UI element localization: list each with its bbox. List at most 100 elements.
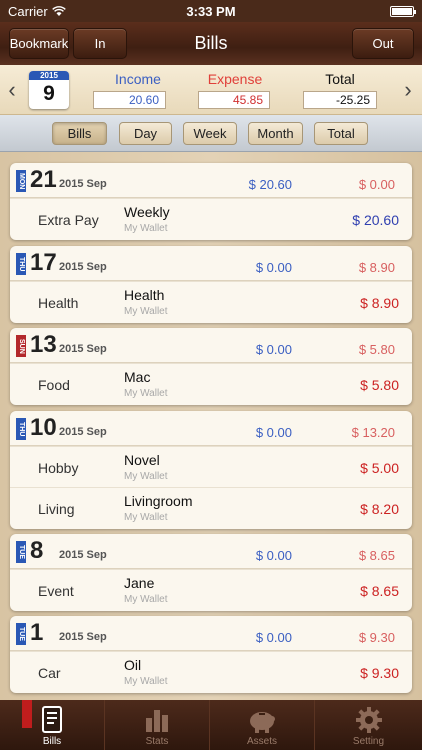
bill-name: Novel (124, 452, 160, 468)
day-header[interactable]: THU 10 2015 Sep $ 0.00 $ 13.20 (10, 411, 412, 446)
day-income: $ 0.00 (255, 630, 292, 645)
status-left: Carrier (8, 4, 66, 19)
bill-category: Hobby (38, 460, 79, 476)
next-arrow-icon[interactable]: › (398, 77, 418, 103)
bill-category: Health (38, 295, 79, 311)
bill-row[interactable]: Car Oil My Wallet $ 9.30 (10, 651, 412, 692)
day-income: $ 0.00 (255, 548, 292, 563)
tab-stats[interactable]: Stats (105, 700, 210, 750)
income-value: 20.60 (93, 91, 166, 109)
bill-wallet: My Wallet (124, 388, 168, 399)
tab-setting[interactable]: Setting (315, 700, 422, 750)
weekday-badge: MON (16, 170, 26, 192)
calendar-day: 9 (43, 82, 55, 105)
bills-list[interactable]: MON 21 2015 Sep $ 20.60 $ 0.00 Extra Pay… (0, 152, 422, 700)
day-header[interactable]: THU 17 2015 Sep $ 0.00 $ 8.90 (10, 246, 412, 281)
day-group: THU 10 2015 Sep $ 0.00 $ 13.20 Hobby Nov… (10, 411, 412, 529)
bill-amount: $ 20.60 (352, 212, 399, 228)
tab-label: Stats (145, 736, 169, 747)
day-group: TUE 1 2015 Sep $ 0.00 $ 9.30 Car Oil My … (10, 616, 412, 693)
bookmark-button[interactable]: Bookmark (9, 28, 69, 59)
summary-bar: ‹ 2015 9 Income 20.60 Expense 45.85 Tota… (0, 65, 422, 115)
in-button[interactable]: In (73, 28, 127, 59)
bill-wallet: My Wallet (124, 594, 168, 605)
weekday-badge: THU (16, 253, 26, 275)
bill-wallet: My Wallet (124, 306, 168, 317)
bill-amount: $ 5.80 (360, 377, 399, 393)
battery-icon (390, 5, 416, 17)
tab-assets[interactable]: Assets (210, 700, 315, 750)
bill-name: Oil (124, 657, 142, 673)
total-summary: Total -25.25 (286, 71, 394, 109)
bill-category: Car (38, 665, 61, 681)
day-group: THU 17 2015 Sep $ 0.00 $ 8.90 Health Hea… (10, 246, 412, 323)
carrier-label: Carrier (8, 3, 48, 19)
bill-category: Extra Pay (38, 212, 99, 228)
bill-amount: $ 8.65 (360, 583, 399, 599)
bills-icon (0, 706, 104, 734)
bill-row[interactable]: Food Mac My Wallet $ 5.80 (10, 363, 412, 404)
segment-month[interactable]: Month (248, 122, 303, 145)
day-header[interactable]: SUN 13 2015 Sep $ 0.00 $ 5.80 (10, 328, 412, 363)
segment-week[interactable]: Week (183, 122, 237, 145)
day-group: MON 21 2015 Sep $ 20.60 $ 0.00 Extra Pay… (10, 163, 412, 240)
bill-category: Food (38, 377, 70, 393)
weekday-badge: TUE (16, 541, 26, 563)
bill-row[interactable]: Hobby Novel My Wallet $ 5.00 (10, 446, 412, 487)
view-segments: Bills Day Week Month Total (0, 115, 422, 152)
day-number: 13 (30, 331, 57, 358)
prev-arrow-icon[interactable]: ‹ (2, 77, 22, 103)
bill-name: Mac (124, 369, 151, 385)
segment-total[interactable]: Total (314, 122, 368, 145)
expense-summary: Expense 45.85 (181, 71, 289, 109)
bill-row[interactable]: Living Livingroom My Wallet $ 8.20 (10, 487, 412, 528)
income-label: Income (115, 71, 161, 87)
day-group: SUN 13 2015 Sep $ 0.00 $ 5.80 Food Mac M… (10, 328, 412, 405)
segment-bills[interactable]: Bills (52, 122, 107, 145)
calendar-year: 2015 (29, 71, 69, 80)
day-number: 21 (30, 166, 57, 193)
tab-bar: Bills Stats Assets Setting (0, 700, 422, 750)
day-income: $ 0.00 (255, 342, 292, 357)
day-number: 10 (30, 414, 57, 441)
segment-day[interactable]: Day (119, 122, 172, 145)
year-month: 2015 Sep (59, 343, 107, 355)
expense-value: 45.85 (198, 91, 270, 109)
year-month: 2015 Sep (59, 549, 107, 561)
day-income: $ 20.60 (248, 177, 292, 192)
day-expense: $ 9.30 (358, 630, 395, 645)
bill-amount: $ 5.00 (360, 460, 399, 476)
weekday-badge: THU (16, 418, 26, 440)
year-month: 2015 Sep (59, 178, 107, 190)
bill-amount: $ 9.30 (360, 665, 399, 681)
calendar-date-button[interactable]: 2015 9 (29, 71, 69, 109)
total-label: Total (325, 71, 355, 87)
day-expense: $ 0.00 (358, 177, 395, 192)
bill-category: Living (38, 501, 75, 517)
day-header[interactable]: TUE 1 2015 Sep $ 0.00 $ 9.30 (10, 616, 412, 651)
wifi-icon (51, 5, 66, 16)
nav-bar: Bills Bookmark In Out (0, 22, 422, 65)
day-expense: $ 5.80 (358, 342, 395, 357)
year-month: 2015 Sep (59, 631, 107, 643)
bill-name: Health (124, 287, 165, 303)
day-number: 1 (30, 619, 44, 646)
bill-name: Livingroom (124, 493, 193, 509)
day-income: $ 0.00 (255, 260, 292, 275)
tab-bills[interactable]: Bills (0, 700, 105, 750)
out-button[interactable]: Out (352, 28, 414, 59)
bill-row[interactable]: Health Health My Wallet $ 8.90 (10, 281, 412, 322)
bill-row[interactable]: Event Jane My Wallet $ 8.65 (10, 569, 412, 610)
day-header[interactable]: MON 21 2015 Sep $ 20.60 $ 0.00 (10, 163, 412, 198)
bill-amount: $ 8.20 (360, 501, 399, 517)
year-month: 2015 Sep (59, 426, 107, 438)
expense-label: Expense (207, 71, 263, 87)
weekday-badge: TUE (16, 623, 26, 645)
bill-row[interactable]: Extra Pay Weekly My Wallet $ 20.60 (10, 198, 412, 239)
status-bar: Carrier 3:33 PM (0, 0, 422, 22)
day-expense: $ 8.90 (358, 260, 395, 275)
total-value: -25.25 (303, 91, 377, 109)
day-header[interactable]: TUE 8 2015 Sep $ 0.00 $ 8.65 (10, 534, 412, 569)
stats-icon (105, 706, 209, 734)
tab-label: Assets (246, 736, 277, 747)
